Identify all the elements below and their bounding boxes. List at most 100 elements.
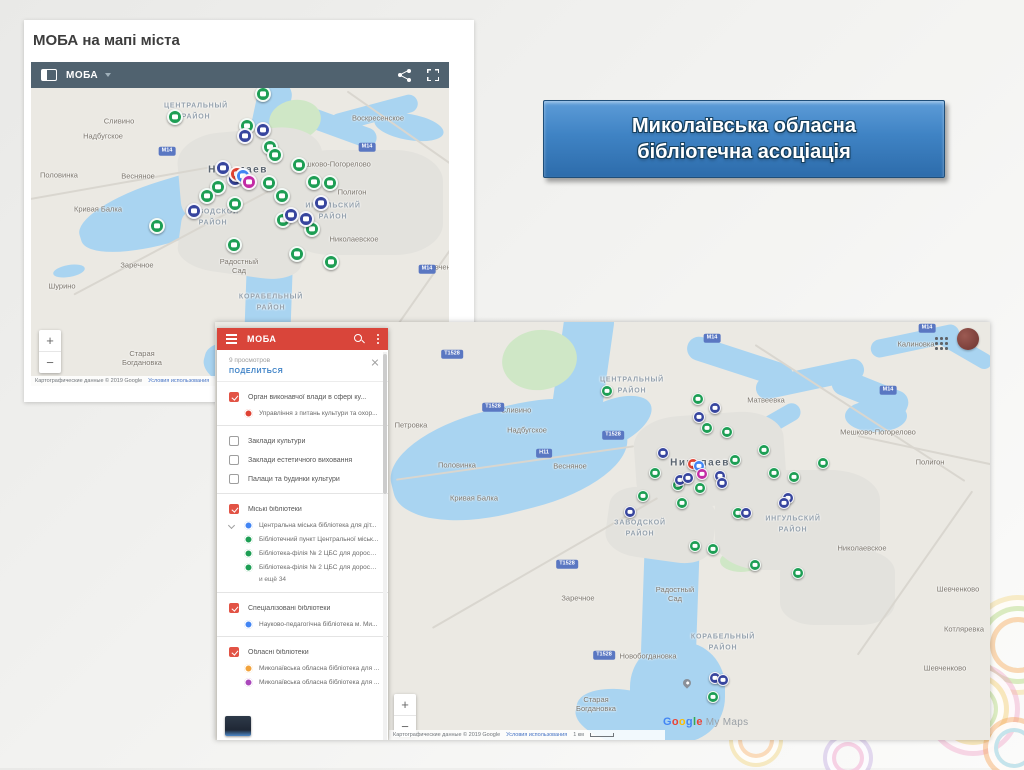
fullscreen-icon[interactable] — [427, 69, 439, 81]
map-marker[interactable] — [237, 128, 253, 144]
layer-label[interactable]: Спеціалізовані бібліотеки — [248, 605, 330, 612]
map-marker[interactable] — [199, 188, 215, 204]
map-marker[interactable] — [657, 447, 669, 459]
map-marker[interactable] — [624, 506, 636, 518]
map-marker[interactable] — [693, 411, 705, 423]
map-marker[interactable] — [721, 426, 733, 438]
map-marker[interactable] — [692, 393, 704, 405]
map-marker[interactable] — [306, 174, 322, 190]
map-marker[interactable] — [694, 482, 706, 494]
map-marker[interactable] — [649, 467, 661, 479]
panel-scrollbar[interactable] — [383, 352, 387, 740]
more-icon[interactable] — [376, 333, 379, 337]
map-marker[interactable] — [167, 109, 183, 125]
search-icon[interactable] — [353, 333, 365, 345]
map-marker[interactable] — [788, 471, 800, 483]
layer-checkbox[interactable] — [229, 455, 239, 465]
map-marker[interactable] — [322, 175, 338, 191]
map-marker[interactable] — [255, 86, 271, 102]
layer-checkbox[interactable] — [229, 603, 239, 613]
menu-icon[interactable] — [226, 334, 237, 336]
share-icon[interactable] — [398, 68, 411, 82]
legend-layer-row[interactable]: Заклади культури — [217, 431, 388, 450]
map-marker[interactable] — [758, 444, 770, 456]
map-marker[interactable] — [274, 188, 290, 204]
map-marker[interactable] — [227, 196, 243, 212]
terms-link[interactable]: Условия использования — [148, 378, 209, 384]
layer-checkbox[interactable] — [229, 504, 239, 514]
google-my-maps-watermark: Google My Maps — [663, 716, 749, 728]
map-marker[interactable] — [689, 540, 701, 552]
map-marker[interactable] — [291, 157, 307, 173]
map-marker[interactable] — [255, 122, 271, 138]
map-marker[interactable] — [283, 207, 299, 223]
legend-item-row[interactable]: Миколаївська обласна бібліотека для ... — [217, 675, 388, 689]
map-marker[interactable] — [701, 422, 713, 434]
map-marker[interactable] — [792, 567, 804, 579]
zoom-out-button[interactable]: − — [39, 351, 61, 373]
embed-map-title[interactable]: МОБА — [66, 70, 98, 81]
map-marker[interactable] — [298, 211, 314, 227]
zoom-in-button[interactable]: + — [39, 330, 61, 351]
map-marker[interactable] — [289, 246, 305, 262]
map-marker[interactable] — [261, 175, 277, 191]
basemap-thumbnail[interactable] — [225, 716, 251, 736]
map-marker[interactable] — [226, 237, 242, 253]
close-icon[interactable] — [371, 358, 379, 366]
terms-link[interactable]: Условия использования — [506, 732, 567, 738]
account-avatar[interactable] — [957, 328, 979, 350]
more-items-link[interactable]: и ещё 34 — [217, 574, 388, 587]
legend-layer-row[interactable]: Спеціалізовані бібліотеки — [217, 598, 388, 617]
map-marker[interactable] — [749, 559, 761, 571]
apps-grid-icon[interactable] — [935, 337, 938, 340]
layer-label[interactable]: Міські бібліотеки — [248, 506, 302, 513]
zoom-in-button[interactable]: + — [394, 694, 416, 715]
legend-item-row[interactable]: Бібліотека-філія № 2 ЦБС для дорослих — [217, 546, 388, 560]
map-marker[interactable] — [682, 472, 694, 484]
map-marker[interactable] — [740, 507, 752, 519]
map-marker[interactable] — [267, 147, 283, 163]
layer-label[interactable]: Заклади естетичного виховання — [248, 457, 352, 464]
legend-item-row[interactable]: Центральна міська бібліотека для діт... — [217, 518, 388, 532]
layer-label[interactable]: Обласні бібліотеки — [248, 649, 309, 656]
legend-layer-row[interactable]: Обласні бібліотеки — [217, 642, 388, 661]
map-marker[interactable] — [637, 490, 649, 502]
legend-item-row[interactable]: Миколаївська обласна бібліотека для ... — [217, 661, 388, 675]
map-marker[interactable] — [313, 195, 329, 211]
legend-layer-row[interactable]: Орган виконавчої влади в сфері ку... — [217, 387, 388, 406]
layer-label[interactable]: Орган виконавчої влади в сфері ку... — [248, 394, 366, 401]
map-marker[interactable] — [709, 402, 721, 414]
map-marker[interactable] — [717, 674, 729, 686]
map-marker[interactable] — [601, 385, 613, 397]
legend-layer-row[interactable]: Заклади естетичного виховання — [217, 450, 388, 469]
layer-label[interactable]: Заклади культури — [248, 438, 305, 445]
layer-checkbox[interactable] — [229, 436, 239, 446]
urban-patch — [283, 150, 443, 255]
legend-item-row[interactable]: Управління з питань культури та охор... — [217, 406, 388, 420]
layer-checkbox[interactable] — [229, 647, 239, 657]
legend-layer-row[interactable]: Міські бібліотеки — [217, 499, 388, 518]
map-marker[interactable] — [778, 497, 790, 509]
legend-item-row[interactable]: Бібліотечний пункт Центральної міськ... — [217, 532, 388, 546]
map-marker[interactable] — [149, 218, 165, 234]
map-marker[interactable] — [186, 203, 202, 219]
map-marker[interactable] — [716, 477, 728, 489]
layer-label[interactable]: Палаци та будинки культури — [248, 476, 340, 483]
legend-layer-row[interactable]: Палаци та будинки культури — [217, 469, 388, 488]
share-button[interactable]: ПОДЕЛИТЬСЯ — [229, 368, 378, 375]
map-marker[interactable] — [241, 174, 257, 190]
map-marker[interactable] — [729, 454, 741, 466]
map-marker[interactable] — [323, 254, 339, 270]
map-marker[interactable] — [676, 497, 688, 509]
panel-toggle-icon[interactable] — [41, 69, 57, 81]
map-marker[interactable] — [696, 468, 708, 480]
map-marker[interactable] — [768, 467, 780, 479]
layer-checkbox[interactable] — [229, 474, 239, 484]
chevron-down-icon[interactable] — [227, 521, 236, 530]
legend-item-row[interactable]: Бібліотека-філія № 2 ЦБС для дорослих — [217, 560, 388, 574]
map-marker[interactable] — [707, 543, 719, 555]
map-marker[interactable] — [817, 457, 829, 469]
legend-item-row[interactable]: Науково-педагогічна бібліотека м. Ми... — [217, 617, 388, 631]
layer-checkbox[interactable] — [229, 392, 239, 402]
map-marker[interactable] — [707, 691, 719, 703]
